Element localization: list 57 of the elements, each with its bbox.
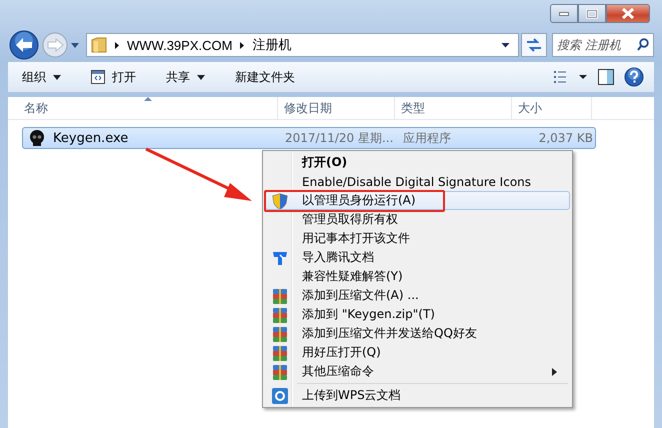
document-app-icon <box>272 250 288 266</box>
archive-icon <box>272 306 288 322</box>
window-icon <box>91 70 105 84</box>
preview-pane-button[interactable] <box>598 69 614 85</box>
menu-item[interactable]: 管理员取得所有权 <box>265 210 570 229</box>
menu-item[interactable]: Enable/Disable Digital Signature Icons <box>265 172 570 191</box>
help-button[interactable] <box>624 67 644 87</box>
table-cell: 2,037 KB <box>538 131 593 145</box>
menu-item[interactable]: 添加到 "Keygen.zip"(T) <box>265 305 570 324</box>
column-header[interactable]: 修改日期 <box>278 97 395 119</box>
search-icon <box>637 38 649 51</box>
path-segment[interactable]: 注册机 <box>252 36 292 54</box>
minimize-icon <box>559 12 569 16</box>
menu-item[interactable]: 添加到压缩文件并发送给QQ好友 <box>265 324 570 343</box>
toolbar-button[interactable]: 打开 <box>85 66 142 88</box>
menu-item[interactable]: 以管理员身份运行(A) <box>265 191 570 210</box>
skull-icon <box>29 130 45 146</box>
archive-icon <box>272 364 288 380</box>
table-cell: 应用程序 <box>403 130 451 146</box>
menu-item[interactable]: 用记事本打开该文件 <box>265 229 570 248</box>
maximize-button[interactable] <box>578 4 606 23</box>
close-icon <box>622 8 634 19</box>
path-segment[interactable]: WWW.39PX.COM <box>127 38 232 52</box>
column-header[interactable]: 名称 <box>8 97 278 119</box>
chevron-icon[interactable] <box>114 40 120 50</box>
toolbar-button[interactable]: 共享 <box>160 66 211 88</box>
menu-item[interactable]: 兼容性疑难解答(Y) <box>265 267 570 286</box>
back-button[interactable] <box>8 29 40 61</box>
toolbar-button[interactable]: 新建文件夹 <box>229 66 301 88</box>
menu-item[interactable]: 其他压缩命令 <box>265 362 570 381</box>
dropdown-icon[interactable] <box>501 42 510 48</box>
refresh-button[interactable] <box>521 33 547 57</box>
archive-icon <box>272 288 288 304</box>
column-header[interactable]: 类型 <box>395 97 512 119</box>
maximize-icon <box>586 8 598 18</box>
sort-arrow-icon <box>144 97 152 101</box>
shield-icon <box>272 192 288 208</box>
search-field[interactable]: 搜索 注册机 <box>552 33 654 57</box>
menu-item[interactable]: 添加到压缩文件(A) ... <box>265 286 570 305</box>
chevron-icon[interactable] <box>239 40 246 50</box>
menu-item[interactable]: 用好压打开(Q) <box>265 343 570 362</box>
address-bar[interactable]: WWW.39PX.COM 注册机 <box>86 33 519 57</box>
menu-item[interactable]: 导入腾讯文档 <box>265 248 570 267</box>
close-button[interactable] <box>606 4 650 23</box>
file-row[interactable]: Keygen.exe 2017/11/20 星期... 应用程序 2,037 KB <box>22 127 596 149</box>
table-cell: 2017/11/20 星期... <box>285 130 394 146</box>
archive-icon <box>272 326 288 342</box>
toolbar-button[interactable]: 组织 <box>16 66 67 88</box>
column-header[interactable]: 大小 <box>512 97 592 119</box>
cloud-app-icon <box>272 388 288 404</box>
menu-item[interactable]: 打开(O) <box>265 153 570 172</box>
archive-icon <box>272 344 288 360</box>
table-cell: Keygen.exe <box>53 130 128 146</box>
menu-item[interactable]: 上传到WPS云文档 <box>265 386 570 405</box>
view-options-button[interactable] <box>554 71 588 83</box>
minimize-button[interactable] <box>550 4 578 23</box>
folder-icon <box>91 36 107 54</box>
